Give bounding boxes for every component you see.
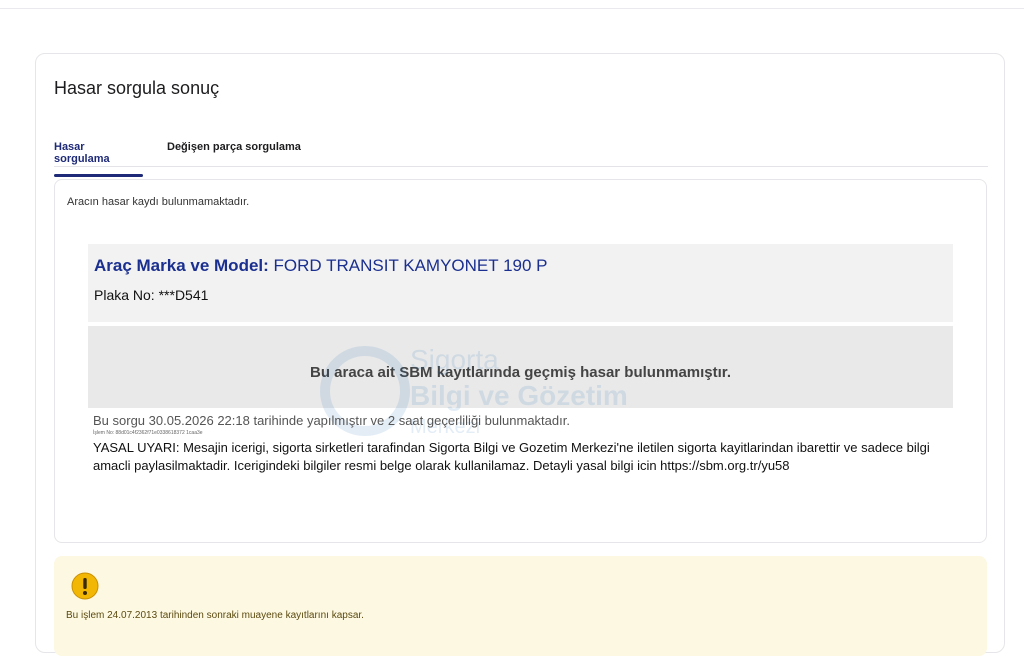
- transaction-number: İşlem No: 88d01c4f2362f71e0338618372 1ca…: [93, 430, 203, 436]
- plate-line: Plaka No: ***D541: [94, 287, 208, 303]
- vehicle-model-line: Araç Marka ve Model: FORD TRANSIT KAMYON…: [94, 256, 548, 276]
- tab-hasar-sorgulama[interactable]: Hasar sorgulama: [54, 141, 143, 177]
- vehicle-model-label: Araç Marka ve Model:: [94, 256, 269, 275]
- warning-icon: [71, 572, 99, 600]
- vehicle-model-value: FORD TRANSIT KAMYONET 190 P: [273, 256, 548, 275]
- page-title: Hasar sorgula sonuç: [54, 78, 220, 98]
- result-panel: Aracın hasar kaydı bulunmamaktadır. Araç…: [54, 179, 987, 543]
- plate-value: ***D541: [158, 287, 209, 303]
- sbm-result-text: Bu araca ait SBM kayıtlarında geçmiş has…: [310, 364, 731, 381]
- notice-text: Bu işlem 24.07.2013 tarihinden sonraki m…: [66, 610, 364, 621]
- tab-bar: Hasar sorgulama Değişen parça sorgulama: [54, 136, 988, 177]
- sbm-result-box: Bu araca ait SBM kayıtlarında geçmiş has…: [88, 326, 953, 408]
- vehicle-info-box: Araç Marka ve Model: FORD TRANSIT KAMYON…: [88, 244, 953, 322]
- query-validity-text: Bu sorgu 30.05.2026 22:18 tarihinde yapı…: [93, 413, 570, 428]
- result-card: Hasar sorgula sonuç Hasar sorgulama Deği…: [35, 53, 1005, 656]
- legal-warning: YASAL UYARI: Mesajin icerigi, sigorta si…: [93, 440, 930, 473]
- top-bar: [0, 0, 1024, 9]
- no-record-message: Aracın hasar kaydı bulunmamaktadır.: [67, 196, 250, 208]
- plate-label: Plaka No:: [94, 287, 155, 303]
- inspection-notice: Bu işlem 24.07.2013 tarihinden sonraki m…: [54, 556, 987, 656]
- tab-degisen-parca-sorgulama[interactable]: Değişen parça sorgulama: [167, 141, 301, 163]
